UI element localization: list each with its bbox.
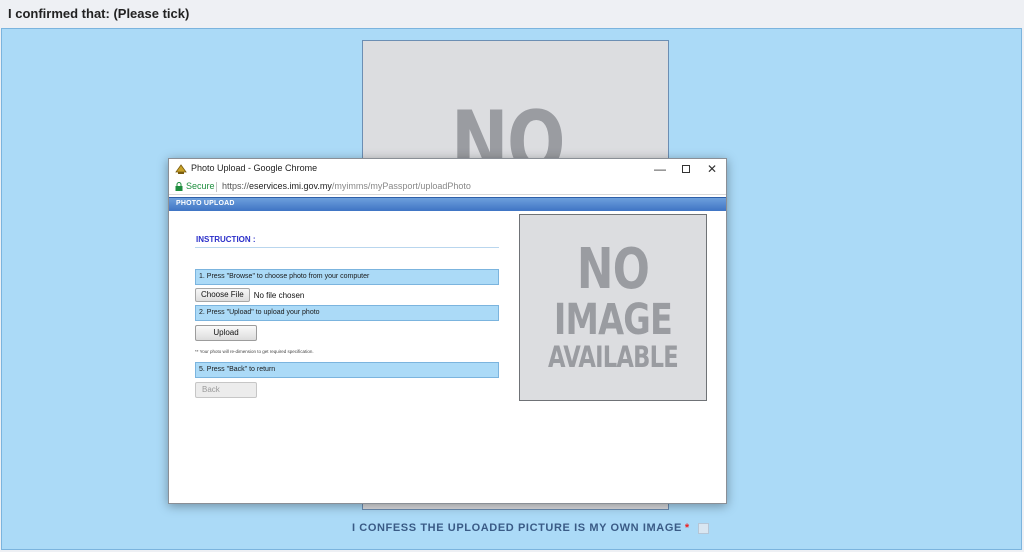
choose-file-button[interactable]: Choose File [195,288,250,302]
photo-upload-header-label: PHOTO UPLOAD [176,200,235,207]
crest-icon [175,164,187,174]
photo-upload-window: Photo Upload - Google Chrome — ✕ Secure … [168,158,727,504]
resize-note: ** Your photo will re-dimension to get r… [195,349,314,354]
confirm-heading: I confirmed that: (Please tick) [8,6,190,21]
lock-icon [175,182,183,191]
url-path: /myimms/myPassport/uploadPhoto [331,181,471,191]
photo-preview: NO IMAGE AVAILABLE [519,214,707,401]
upload-button[interactable]: Upload [195,325,257,341]
window-title: Photo Upload - Google Chrome [191,163,318,173]
back-button[interactable]: Back [195,382,257,398]
address-bar[interactable]: Secure https://eservices.imi.gov.my/myim… [169,179,726,195]
minimize-button[interactable]: — [647,161,673,177]
instruction-title: INSTRUCTION : [196,235,256,244]
confess-row: I CONFESS THE UPLOADED PICTURE IS MY OWN… [352,521,709,535]
placeholder-line-2: IMAGE [553,295,673,345]
instruction-divider [195,247,499,248]
maximize-button[interactable] [673,161,699,177]
step-2-upload: 2. Press "Upload" to upload your photo [195,305,499,321]
placeholder-line-1: NO [576,237,650,302]
step-3-back: 5. Press "Back" to return [195,362,499,378]
confess-label: I CONFESS THE UPLOADED PICTURE IS MY OWN… [352,522,682,534]
secure-label: Secure [186,181,215,191]
close-button[interactable]: ✕ [699,161,725,177]
address-separator [216,182,217,192]
maximize-icon [682,165,690,173]
required-mark: * [684,522,690,534]
confess-checkbox[interactable] [697,522,709,534]
file-chooser: Choose File No file chosen [195,288,304,302]
window-titlebar[interactable]: Photo Upload - Google Chrome — ✕ [169,159,726,179]
top-bar: I confirmed that: (Please tick) [0,0,1024,28]
url-text[interactable]: https://eservices.imi.gov.my/myimms/myPa… [222,181,471,191]
url-host: eservices.imi.gov.my [249,181,332,191]
photo-upload-header: PHOTO UPLOAD [169,197,726,211]
placeholder-line-3: AVAILABLE [548,340,679,374]
file-status: No file chosen [253,290,305,300]
step-1-browse: 1. Press "Browse" to choose photo from y… [195,269,499,285]
url-scheme: https:// [222,181,250,191]
